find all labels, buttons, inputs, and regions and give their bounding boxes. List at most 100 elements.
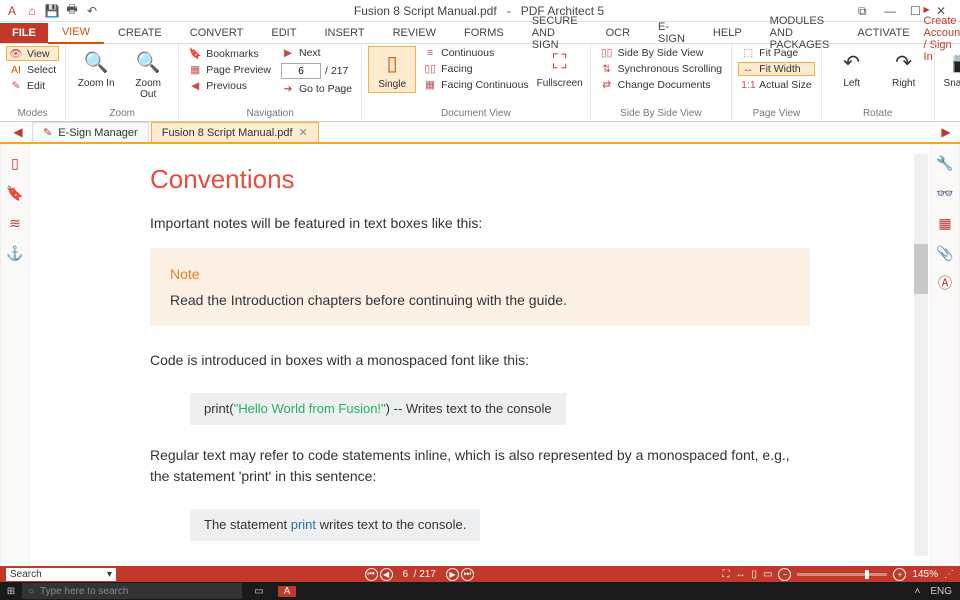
zoom-in-icon: 🔍	[84, 48, 109, 76]
sbs-sync[interactable]: ⇅Synchronous Scrolling	[597, 62, 725, 76]
ribbon-group-navigation: 🔖Bookmarks ▦Page Preview ◀Previous ▶Next…	[179, 44, 362, 121]
scroll-thumb[interactable]	[914, 244, 928, 294]
rotate-left[interactable]: ↶Left	[828, 46, 876, 91]
doc-tab-fusion[interactable]: Fusion 8 Script Manual.pdf✕	[151, 122, 319, 142]
app-logo-icon[interactable]: A	[4, 3, 20, 19]
first-page-icon[interactable]: ⏮	[365, 568, 378, 581]
tab-help[interactable]: HELP	[699, 23, 756, 43]
tab-edit[interactable]: EDIT	[257, 23, 310, 43]
view-fullscreen[interactable]: ⛶Fullscreen	[536, 46, 584, 91]
status-page: 6 / 217	[403, 569, 436, 580]
next-page-icon[interactable]: ▶	[446, 568, 459, 581]
taskbar-search[interactable]: ○Type here to search	[22, 583, 242, 599]
vertical-scrollbar[interactable]	[914, 154, 928, 556]
sbs-change[interactable]: ⇄Change Documents	[597, 78, 725, 92]
tab-close-icon[interactable]: ✕	[299, 126, 308, 139]
tray-lang[interactable]: ENG	[930, 586, 952, 597]
minimize-icon[interactable]: —	[884, 4, 898, 18]
nav-previous[interactable]: ◀Previous	[185, 79, 274, 93]
view-mode2-icon[interactable]: ▭	[763, 569, 772, 580]
tab-arrow-right[interactable]: ▶	[932, 122, 960, 142]
prev-page-icon[interactable]: ◀	[380, 568, 393, 581]
nav-goto[interactable]: ➔Go to Page	[278, 82, 355, 96]
save-icon[interactable]: 💾	[44, 3, 60, 19]
snapshot-button[interactable]: 📷Snapshot	[941, 46, 960, 91]
sbs-view[interactable]: ▯▯Side By Side View	[597, 46, 725, 60]
fit-page[interactable]: ⬚Fit Page	[738, 46, 815, 60]
taskview-icon[interactable]: ▭	[250, 586, 268, 597]
print-icon[interactable]: 🖶	[64, 3, 80, 19]
tab-activate[interactable]: ACTIVATE	[843, 23, 923, 43]
right-rail: 🔧 👓 ▦ 📎 Ⓐ	[930, 144, 960, 566]
mode-select[interactable]: AISelect	[6, 63, 59, 77]
view-facing-continuous[interactable]: ▦Facing Continuous	[420, 78, 532, 92]
fit-width[interactable]: ↔Fit Width	[738, 62, 815, 76]
last-page-icon[interactable]: ⏭	[461, 568, 474, 581]
tab-view[interactable]: VIEW	[48, 22, 104, 44]
view-mode1-icon[interactable]: ▯	[751, 569, 757, 580]
zoom-in-status[interactable]: +	[893, 568, 906, 581]
rotate-right[interactable]: ↷Right	[880, 46, 928, 91]
tab-insert[interactable]: INSERT	[310, 23, 378, 43]
search-rail-icon[interactable]: 👓	[936, 184, 954, 202]
tab-create[interactable]: CREATE	[104, 23, 176, 43]
single-page-icon: ▯	[387, 49, 398, 77]
nav-pagepreview[interactable]: ▦Page Preview	[185, 63, 274, 77]
anchor-icon[interactable]: ⚓	[6, 244, 24, 262]
layers-icon[interactable]: ≋	[6, 214, 24, 232]
view-continuous[interactable]: ≡Continuous	[420, 46, 532, 60]
restore-down-icon[interactable]: ⧉	[858, 4, 872, 18]
attachment-icon[interactable]: 📎	[936, 244, 954, 262]
zoom-slider[interactable]	[797, 573, 887, 576]
resize-grip-icon[interactable]: ⋰	[944, 569, 954, 580]
taskbar: ⊞ ○Type here to search ▭ A ˄ ENG	[0, 582, 960, 600]
group-label: Rotate	[828, 106, 928, 121]
search-dropdown-icon[interactable]: ▾	[107, 569, 112, 580]
zoom-in-button[interactable]: 🔍Zoom In	[72, 46, 120, 91]
start-button[interactable]: ⊞	[0, 586, 22, 597]
home-icon[interactable]: ⌂	[24, 3, 40, 19]
actual-size[interactable]: 1:1Actual Size	[738, 78, 815, 92]
pen-icon: ✎	[43, 126, 52, 139]
status-search[interactable]: Search▾	[6, 568, 116, 581]
group-label: Tools	[941, 106, 960, 121]
document-tab-bar: ◀ ✎E-Sign Manager Fusion 8 Script Manual…	[0, 122, 960, 144]
mode-edit[interactable]: ✎Edit	[6, 79, 59, 93]
stamp-icon[interactable]: ▦	[936, 214, 954, 232]
fit-page-status-icon[interactable]: ⛶	[722, 569, 729, 580]
maximize-icon[interactable]: ☐	[910, 4, 924, 18]
tab-arrow-left[interactable]: ◀	[4, 122, 32, 142]
goto-icon: ➔	[281, 83, 295, 95]
tab-review[interactable]: REVIEW	[379, 23, 450, 43]
page-area[interactable]: Conventions Important notes will be feat…	[30, 144, 930, 566]
tools-icon[interactable]: 🔧	[936, 154, 954, 172]
view-facing[interactable]: ▯▯Facing	[420, 62, 532, 76]
status-bar: Search▾ ⏮ ◀ 6 / 217 ▶ ⏭ ⛶ ↔ ▯ ▭ − + 145%…	[0, 566, 960, 582]
thumbnails-icon[interactable]: ▯	[6, 154, 24, 172]
zoom-level: 145%	[912, 569, 938, 580]
nav-bookmarks[interactable]: 🔖Bookmarks	[185, 46, 274, 61]
tab-convert[interactable]: CONVERT	[176, 23, 258, 43]
zoom-out-status[interactable]: −	[778, 568, 791, 581]
group-label: Modes	[6, 106, 59, 121]
group-label: Document View	[368, 106, 584, 121]
mode-view[interactable]: 👁View	[6, 46, 59, 61]
tab-ocr[interactable]: OCR	[592, 23, 644, 43]
file-menu[interactable]: FILE	[0, 23, 48, 43]
tab-forms[interactable]: FORMS	[450, 23, 518, 43]
bookmarks-rail-icon[interactable]: 🔖	[6, 184, 24, 202]
fit-width-status-icon[interactable]: ↔	[735, 569, 745, 580]
signature-rail-icon[interactable]: Ⓐ	[936, 274, 954, 292]
zoom-out-button[interactable]: 🔍Zoom Out	[124, 46, 172, 102]
view-single[interactable]: ▯Single	[368, 46, 416, 93]
fit-page-icon: ⬚	[741, 47, 755, 59]
tray-chevron-icon[interactable]: ˄	[914, 586, 920, 597]
app-taskbar-icon[interactable]: A	[278, 586, 296, 597]
doc-tab-esign[interactable]: ✎E-Sign Manager	[32, 122, 149, 142]
undo-icon[interactable]: ↶	[84, 3, 100, 19]
page-input[interactable]	[281, 63, 321, 79]
pencil-icon: ✎	[9, 80, 23, 92]
facing-icon: ▯▯	[423, 63, 437, 75]
nav-next[interactable]: ▶Next	[278, 46, 355, 60]
change-docs-icon: ⇄	[600, 79, 614, 91]
